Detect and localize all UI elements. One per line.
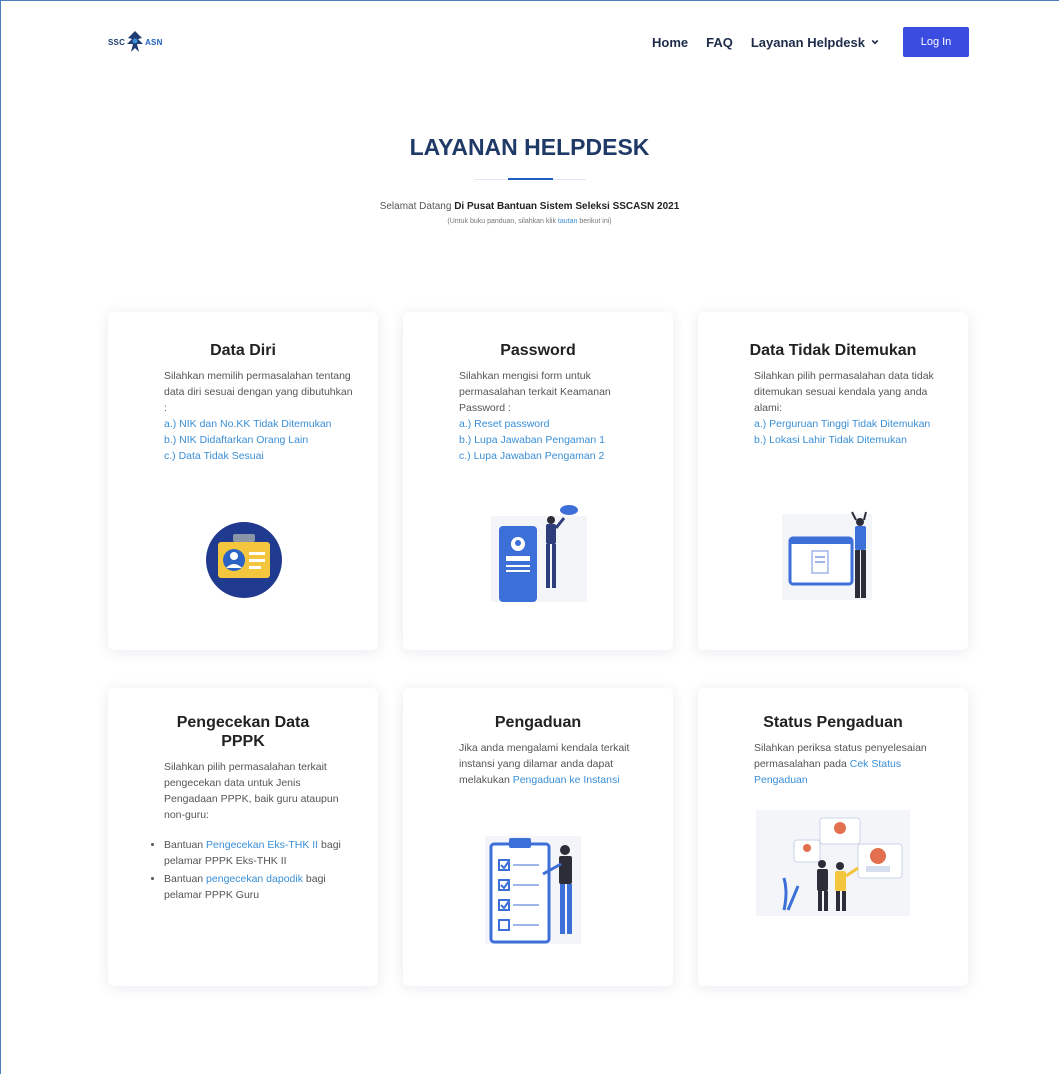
link-pengecekan-eks-thk-ii[interactable]: Pengecekan Eks-THK II: [206, 839, 318, 851]
welcome-prefix: Selamat Datang: [379, 201, 455, 212]
link-nik-kk-tidak-ditemukan[interactable]: a.) NIK dan No.KK Tidak Ditemukan: [164, 416, 354, 432]
card-description: Silahkan memilih permasalahan tentang da…: [164, 370, 353, 414]
guide-prefix: (Untuk buku panduan, silahkan klik: [447, 218, 558, 225]
link-perguruan-tinggi-tidak-ditemukan[interactable]: a.) Perguruan Tinggi Tidak Ditemukan: [754, 416, 944, 432]
card-title: Password: [500, 342, 576, 359]
card-description: Silahkan pilih permasalahan terkait peng…: [164, 761, 339, 821]
page-title: LAYANAN HELPDESK: [409, 134, 650, 160]
id-card-icon: [206, 522, 282, 598]
link-lupa-jawaban-pengaman-1[interactable]: b.) Lupa Jawaban Pengaman 1: [459, 432, 649, 448]
card-title: Status Pengaduan: [763, 714, 903, 731]
logo-text-right: ASN: [145, 37, 163, 47]
link-pengecekan-dapodik[interactable]: pengecekan dapodik: [206, 873, 303, 885]
window-border-top: [0, 0, 1059, 1]
link-lokasi-lahir-tidak-ditemukan[interactable]: b.) Lokasi Lahir Tidak Ditemukan: [754, 432, 944, 448]
welcome-bold: Di Pusat Bantuan Sistem Seleksi SSCASN 2…: [454, 201, 680, 212]
list-item: Bantuan Pengecekan Eks-THK II bagi pelam…: [164, 837, 352, 869]
logo-text-left: SSC: [108, 37, 126, 47]
list-item-prefix: Bantuan: [164, 873, 207, 885]
card-bullets: Bantuan Pengecekan Eks-THK II bagi pelam…: [108, 837, 352, 903]
title-underline: [508, 178, 553, 180]
card-title: Pengecekan Data PPPK: [176, 714, 310, 750]
card-password: Password Silahkan mengisi form untuk per…: [403, 312, 673, 650]
welcome-text: Selamat Datang Di Pusat Bantuan Sistem S…: [0, 201, 1059, 212]
nav-layanan-helpdesk[interactable]: Layanan Helpdesk: [751, 35, 879, 50]
card-body: Silahkan periksa status penyelesaian per…: [698, 740, 944, 788]
guide-text: (Untuk buku panduan, silahkan klik tauta…: [0, 218, 1059, 225]
team-status-illustration-icon: [756, 810, 910, 916]
card-body: Silahkan pilih permasalahan terkait peng…: [108, 759, 354, 823]
list-item: Bantuan pengecekan dapodik bagi pelamar …: [164, 871, 352, 903]
bullet-list: Bantuan Pengecekan Eks-THK II bagi pelam…: [152, 837, 352, 903]
link-lupa-jawaban-pengaman-2[interactable]: c.) Lupa Jawaban Pengaman 2: [459, 448, 649, 464]
card-title: Pengaduan: [494, 714, 582, 731]
document-search-illustration-icon: [782, 511, 872, 600]
guide-suffix: berikut ini): [577, 218, 612, 225]
chevron-down-icon: [871, 39, 879, 45]
link-reset-password[interactable]: a.) Reset password: [459, 416, 649, 432]
card-pengecekan-data-pppk: Pengecekan Data PPPK Silahkan pilih perm…: [108, 688, 378, 986]
nav-home[interactable]: Home: [652, 35, 688, 50]
card-body: Silahkan pilih permasalahan data tidak d…: [698, 368, 944, 448]
card-data-diri: Data Diri Silahkan memilih permasalahan …: [108, 312, 378, 650]
window-border-left: [0, 0, 1, 1074]
nav-layanan-helpdesk-label: Layanan Helpdesk: [750, 34, 865, 50]
password-illustration-icon: [491, 505, 587, 602]
logo[interactable]: SSC ASN: [108, 28, 163, 56]
nav-faq[interactable]: FAQ: [706, 35, 733, 50]
card-title: Data Tidak Ditemukan: [749, 342, 917, 359]
link-pengaduan-ke-instansi[interactable]: Pengaduan ke Instansi: [513, 774, 620, 786]
clipboard-checklist-illustration-icon: [485, 836, 581, 944]
card-body: Silahkan mengisi form untuk permasalahan…: [403, 368, 649, 464]
card-body: Silahkan memilih permasalahan tentang da…: [108, 368, 354, 464]
card-status-pengaduan: Status Pengaduan Silahkan periksa status…: [698, 688, 968, 986]
card-body: Jika anda mengalami kendala terkait inst…: [403, 740, 649, 788]
link-data-tidak-sesuai[interactable]: c.) Data Tidak Sesuai: [164, 448, 354, 464]
link-nik-didaftarkan-orang-lain[interactable]: b.) NIK Didaftarkan Orang Lain: [164, 432, 354, 448]
main-nav: Home FAQ Layanan Helpdesk Log In: [652, 27, 969, 57]
guide-link[interactable]: tautan: [558, 218, 577, 225]
login-button[interactable]: Log In: [903, 27, 969, 57]
card-title: Data Diri: [210, 342, 276, 359]
list-item-prefix: Bantuan: [164, 839, 207, 851]
card-data-tidak-ditemukan: Data Tidak Ditemukan Silahkan pilih perm…: [698, 312, 968, 650]
garuda-logo-icon: [127, 31, 144, 52]
card-description: Silahkan mengisi form untuk permasalahan…: [459, 370, 611, 414]
card-pengaduan: Pengaduan Jika anda mengalami kendala te…: [403, 688, 673, 986]
card-description: Silahkan pilih permasalahan data tidak d…: [754, 370, 934, 414]
